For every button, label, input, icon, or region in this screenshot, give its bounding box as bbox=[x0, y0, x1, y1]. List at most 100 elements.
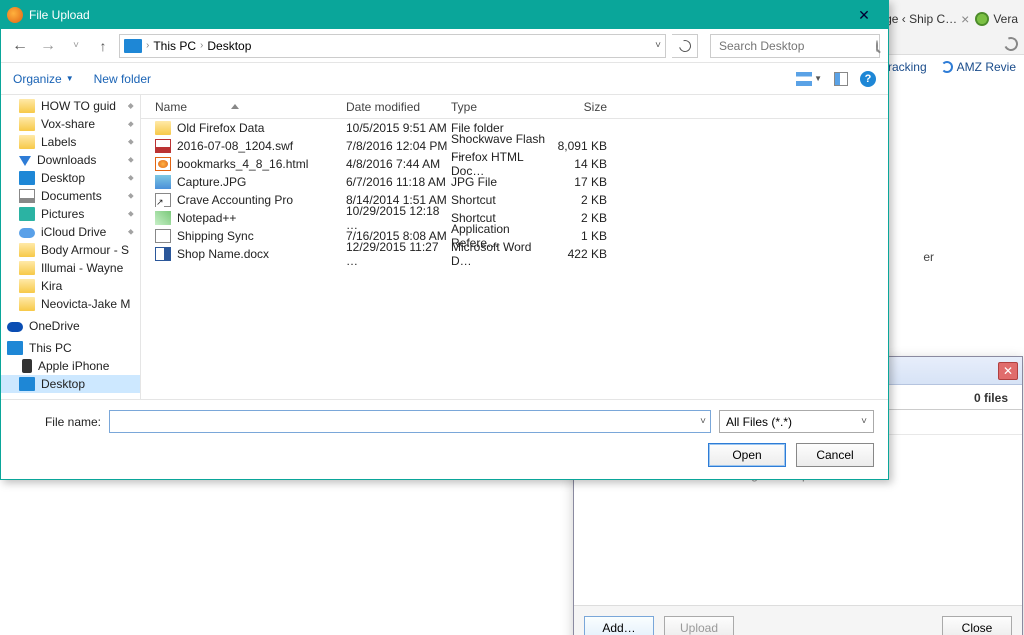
cancel-button[interactable]: Cancel bbox=[796, 443, 874, 467]
file-name: Crave Accounting Pro bbox=[177, 193, 293, 207]
column-headers[interactable]: Name Date modified Type Size bbox=[141, 95, 888, 119]
file-name: 2016-07-08_1204.swf bbox=[177, 139, 293, 153]
file-size: 2 KB bbox=[551, 193, 621, 207]
folder-icon bbox=[19, 117, 35, 131]
add-button[interactable]: Add… bbox=[584, 616, 654, 635]
file-icon bbox=[155, 229, 171, 243]
file-row[interactable]: Capture.JPG6/7/2016 11:18 AMJPG File17 K… bbox=[141, 173, 888, 191]
folder-icon bbox=[19, 297, 35, 311]
bookmark-label: AMZ Revie bbox=[957, 60, 1016, 74]
file-date: 10/5/2015 9:51 AM bbox=[346, 121, 451, 135]
file-date: 6/7/2016 11:18 AM bbox=[346, 175, 451, 189]
breadcrumb-pc[interactable]: This PC bbox=[153, 39, 196, 53]
background-text: er bbox=[923, 250, 934, 264]
file-icon bbox=[155, 211, 171, 225]
close-icon[interactable]: ✕ bbox=[998, 362, 1018, 380]
recent-dropdown[interactable]: ˅ bbox=[65, 35, 87, 57]
sidebar-desktop[interactable]: Desktop bbox=[1, 375, 140, 393]
browser-tab-2[interactable]: Vera bbox=[975, 12, 1018, 26]
bookmark-amz[interactable]: AMZ Revie bbox=[941, 60, 1016, 74]
upload-button[interactable]: Upload bbox=[664, 616, 734, 635]
sidebar-label: Labels bbox=[41, 135, 76, 149]
sidebar-item[interactable]: Labels bbox=[1, 133, 140, 151]
filename-field[interactable]: ˅ bbox=[109, 410, 711, 433]
file-date: 4/8/2016 7:44 AM bbox=[346, 157, 451, 171]
close-icon[interactable]: × bbox=[961, 11, 969, 27]
search-box[interactable] bbox=[710, 34, 880, 58]
search-input[interactable] bbox=[717, 38, 876, 54]
sidebar-item[interactable]: Pictures bbox=[1, 205, 140, 223]
sidebar-iphone[interactable]: Apple iPhone bbox=[1, 357, 140, 375]
file-type: JPG File bbox=[451, 175, 551, 189]
firefox-icon bbox=[7, 7, 23, 23]
sidebar-label: Kira bbox=[41, 279, 62, 293]
folder-icon bbox=[19, 156, 31, 166]
filename-input[interactable] bbox=[114, 414, 700, 430]
file-type-filter[interactable]: All Files (*.*) ˅ bbox=[719, 410, 874, 433]
tab-label: age ‹ Ship C… bbox=[878, 12, 957, 26]
onedrive-icon bbox=[7, 322, 23, 332]
sidebar-item[interactable]: Documents bbox=[1, 187, 140, 205]
file-icon bbox=[155, 175, 171, 189]
reload-icon[interactable] bbox=[1002, 35, 1020, 53]
sidebar-label: Vox-share bbox=[41, 117, 95, 131]
sidebar-label: Documents bbox=[41, 189, 102, 203]
file-name: Old Firefox Data bbox=[177, 121, 264, 135]
file-icon bbox=[155, 139, 171, 153]
sidebar-item[interactable]: Vox-share bbox=[1, 115, 140, 133]
col-size[interactable]: Size bbox=[551, 100, 621, 114]
titlebar[interactable]: File Upload ✕ bbox=[1, 1, 888, 29]
close-icon[interactable]: ✕ bbox=[846, 5, 882, 25]
pc-icon bbox=[124, 39, 142, 53]
folder-icon bbox=[19, 243, 35, 257]
sidebar-item[interactable]: Downloads bbox=[1, 151, 140, 169]
sidebar-item[interactable]: Body Armour - S bbox=[1, 241, 140, 259]
refresh-button[interactable] bbox=[672, 34, 698, 58]
new-folder-button[interactable]: New folder bbox=[94, 72, 151, 86]
button-label: Upload bbox=[680, 621, 718, 635]
file-name: bookmarks_4_8_16.html bbox=[177, 157, 308, 171]
sidebar-item[interactable]: Kira bbox=[1, 277, 140, 295]
folder-icon bbox=[19, 99, 35, 113]
browser-tab-1[interactable]: age ‹ Ship C… × bbox=[878, 11, 969, 27]
col-type[interactable]: Type bbox=[451, 100, 551, 114]
sidebar-label: Body Armour - S bbox=[41, 243, 129, 257]
file-size: 1 KB bbox=[551, 229, 621, 243]
sidebar-item[interactable]: Illumai - Wayne bbox=[1, 259, 140, 277]
preview-pane-button[interactable] bbox=[834, 72, 848, 86]
close-button[interactable]: Close bbox=[942, 616, 1012, 635]
col-date[interactable]: Date modified bbox=[346, 100, 451, 114]
sidebar-item[interactable]: HOW TO guid bbox=[1, 97, 140, 115]
file-type: Shortcut bbox=[451, 193, 551, 207]
chevron-down-icon[interactable]: ˅ bbox=[655, 40, 661, 51]
help-icon[interactable]: ? bbox=[860, 71, 876, 87]
organize-menu[interactable]: Organize ▼ bbox=[13, 72, 74, 86]
filter-label: All Files (*.*) bbox=[726, 415, 792, 429]
chevron-down-icon[interactable]: ˅ bbox=[700, 416, 706, 427]
breadcrumb[interactable]: › This PC › Desktop ˅ bbox=[119, 34, 666, 58]
view-menu[interactable]: ▼ bbox=[796, 72, 822, 86]
button-label: Cancel bbox=[816, 448, 853, 462]
file-row[interactable]: Shop Name.docx12/29/2015 11:27 …Microsof… bbox=[141, 245, 888, 263]
up-button[interactable]: ↑ bbox=[93, 36, 113, 56]
sidebar-item[interactable]: Desktop bbox=[1, 169, 140, 187]
nav-row: ← → ˅ ↑ › This PC › Desktop ˅ bbox=[1, 29, 888, 63]
sidebar-item[interactable]: Neovicta-Jake M bbox=[1, 295, 140, 313]
file-row[interactable]: Crave Accounting Pro8/14/2014 1:51 AMSho… bbox=[141, 191, 888, 209]
back-button[interactable]: ← bbox=[9, 35, 31, 57]
sidebar-onedrive[interactable]: OneDrive bbox=[1, 317, 140, 335]
col-name[interactable]: Name bbox=[141, 100, 346, 114]
file-row[interactable]: bookmarks_4_8_16.html4/8/2016 7:44 AMFir… bbox=[141, 155, 888, 173]
sidebar-label: iCloud Drive bbox=[41, 225, 106, 239]
folder-icon bbox=[19, 135, 35, 149]
open-button[interactable]: Open bbox=[708, 443, 786, 467]
folder-icon bbox=[19, 189, 35, 203]
sidebar-item[interactable]: iCloud Drive bbox=[1, 223, 140, 241]
sidebar-thispc[interactable]: This PC bbox=[1, 339, 140, 357]
chevron-down-icon: ˅ bbox=[861, 416, 867, 427]
breadcrumb-location[interactable]: Desktop bbox=[207, 39, 251, 53]
file-list: Name Date modified Type Size Old Firefox… bbox=[141, 95, 888, 399]
forward-button[interactable]: → bbox=[37, 35, 59, 57]
file-icon bbox=[155, 247, 171, 261]
chevron-down-icon: ▼ bbox=[66, 74, 74, 83]
